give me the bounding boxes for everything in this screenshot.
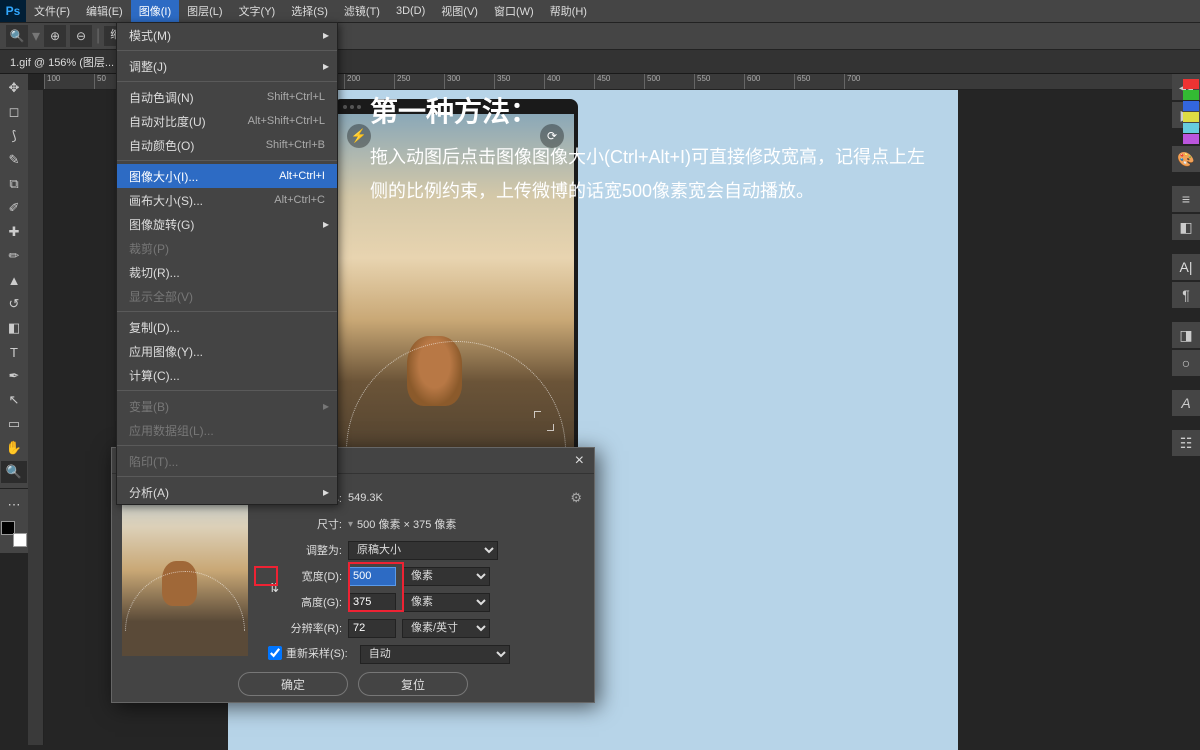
menu-duplicate[interactable]: 复制(D)... xyxy=(117,315,337,339)
pen-tool-icon[interactable]: ✒ xyxy=(1,365,27,387)
resample-checkbox[interactable]: 重新采样(S): xyxy=(268,645,348,661)
adjustments-panel-icon[interactable]: ≡ xyxy=(1172,186,1200,212)
glyphs-panel-icon[interactable]: A xyxy=(1172,390,1200,416)
menu-rotation[interactable]: 图像旋转(G)▸ xyxy=(117,212,337,236)
ps-logo: Ps xyxy=(0,0,26,22)
paragraph-panel-icon[interactable]: ¶ xyxy=(1172,282,1200,308)
brush-tool-icon[interactable]: ✏ xyxy=(1,245,27,267)
menu-crop: 裁剪(P) xyxy=(117,236,337,260)
color-panel-icon[interactable]: 🎨 xyxy=(1172,146,1200,172)
reset-button[interactable]: 复位 xyxy=(358,672,468,696)
menubar: Ps 文件(F) 编辑(E) 图像(I) 图层(L) 文字(Y) 选择(S) 滤… xyxy=(0,0,1200,22)
menu-mode[interactable]: 模式(M)▸ xyxy=(117,23,337,47)
eyedropper-tool-icon[interactable]: ✐ xyxy=(1,197,27,219)
camera-dial-arc xyxy=(346,341,566,451)
menu-auto-tone[interactable]: 自动色调(N)Shift+Ctrl+L xyxy=(117,85,337,109)
menu-file[interactable]: 文件(F) xyxy=(26,0,78,22)
width-input[interactable] xyxy=(348,567,396,586)
menu-type[interactable]: 文字(Y) xyxy=(231,0,284,22)
menu-trap: 陷印(T)... xyxy=(117,449,337,473)
swatches-strip[interactable] xyxy=(1182,78,1200,145)
close-icon[interactable]: × xyxy=(575,452,584,470)
menu-view[interactable]: 视图(V) xyxy=(433,0,486,22)
menu-variables: 变量(B)▸ xyxy=(117,394,337,418)
actions-panel-icon[interactable]: ☷ xyxy=(1172,430,1200,456)
height-input[interactable] xyxy=(348,593,396,612)
stamp-tool-icon[interactable]: ▲ xyxy=(1,269,27,291)
quick-select-tool-icon[interactable]: ✎ xyxy=(1,149,27,171)
dimensions-label: 尺寸: xyxy=(258,516,348,532)
edit-toolbar-icon[interactable]: ⋯ xyxy=(1,494,27,516)
shape-tool-icon[interactable]: ▭ xyxy=(1,413,27,435)
menu-auto-color[interactable]: 自动颜色(O)Shift+Ctrl+B xyxy=(117,133,337,157)
fg-bg-colors[interactable] xyxy=(1,521,27,547)
focus-bracket-icon xyxy=(534,411,554,431)
resolution-input[interactable] xyxy=(348,619,396,638)
gear-icon[interactable]: ⚙ xyxy=(570,490,582,506)
constrain-link-icon[interactable]: ⇅ xyxy=(266,574,282,602)
resolution-unit-select[interactable]: 像素/英寸 xyxy=(402,619,490,638)
layers-panel-icon[interactable]: ◨ xyxy=(1172,322,1200,348)
dimensions-value: 500 像素 × 375 像素 xyxy=(357,516,456,532)
healing-tool-icon[interactable]: ✚ xyxy=(1,221,27,243)
menu-calculations[interactable]: 计算(C)... xyxy=(117,363,337,387)
menu-trim[interactable]: 裁切(R)... xyxy=(117,260,337,284)
menu-layer[interactable]: 图层(L) xyxy=(179,0,230,22)
marquee-tool-icon[interactable]: ◻ xyxy=(1,101,27,123)
menu-reveal: 显示全部(V) xyxy=(117,284,337,308)
zoom-in-icon[interactable]: ⊕ xyxy=(44,25,66,47)
menu-auto-contrast[interactable]: 自动对比度(U)Alt+Shift+Ctrl+L xyxy=(117,109,337,133)
channels-panel-icon[interactable]: ○ xyxy=(1172,350,1200,376)
lasso-tool-icon[interactable]: ⟆ xyxy=(1,125,27,147)
zoom-tool-icon[interactable]: 🔍 xyxy=(6,25,28,47)
fit-to-label: 调整为: xyxy=(258,542,348,558)
zoom-out-icon[interactable]: ⊖ xyxy=(70,25,92,47)
image-size-value: 549.3K xyxy=(348,492,383,504)
history-brush-tool-icon[interactable]: ↺ xyxy=(1,293,27,315)
menu-filter[interactable]: 滤镜(T) xyxy=(336,0,388,22)
menu-adjust[interactable]: 调整(J)▸ xyxy=(117,54,337,78)
flash-icon: ⚡ xyxy=(347,124,371,148)
image-dropdown: 模式(M)▸ 调整(J)▸ 自动色调(N)Shift+Ctrl+L 自动对比度(… xyxy=(116,22,338,505)
styles-panel-icon[interactable]: ◧ xyxy=(1172,214,1200,240)
tutorial-body: 拖入动图后点击图像图像大小(Ctrl+Alt+I)可直接修改宽高，记得点上左侧的… xyxy=(370,140,930,208)
menu-image-size[interactable]: 图像大小(I)...Alt+Ctrl+I xyxy=(117,164,337,188)
fit-to-select[interactable]: 原稿大小 xyxy=(348,541,498,560)
width-unit-select[interactable]: 像素 xyxy=(402,567,490,586)
hand-tool-icon[interactable]: ✋ xyxy=(1,437,27,459)
menu-apply-image[interactable]: 应用图像(Y)... xyxy=(117,339,337,363)
zoom-tool-icon[interactable]: 🔍 xyxy=(1,461,27,483)
height-unit-select[interactable]: 像素 xyxy=(402,593,490,612)
type-tool-icon[interactable]: T xyxy=(1,341,27,363)
menu-window[interactable]: 窗口(W) xyxy=(486,0,542,22)
tutorial-heading: 第一种方法： xyxy=(370,90,538,130)
menu-edit[interactable]: 编辑(E) xyxy=(78,0,131,22)
eraser-tool-icon[interactable]: ◧ xyxy=(1,317,27,339)
menu-canvas-size[interactable]: 画布大小(S)...Alt+Ctrl+C xyxy=(117,188,337,212)
ok-button[interactable]: 确定 xyxy=(238,672,348,696)
menu-3d[interactable]: 3D(D) xyxy=(388,0,433,22)
menu-image[interactable]: 图像(I) xyxy=(131,0,179,22)
menu-data-sets: 应用数据组(L)... xyxy=(117,418,337,442)
menu-analysis[interactable]: 分析(A)▸ xyxy=(117,480,337,504)
crop-tool-icon[interactable]: ⧉ xyxy=(1,173,27,195)
move-tool-icon[interactable]: ✥ xyxy=(1,77,27,99)
menu-help[interactable]: 帮助(H) xyxy=(542,0,595,22)
left-toolbar: ✥ ◻ ⟆ ✎ ⧉ ✐ ✚ ✏ ▲ ↺ ◧ T ✒ ↖ ▭ ✋ 🔍 ⋯ xyxy=(0,74,28,553)
path-tool-icon[interactable]: ↖ xyxy=(1,389,27,411)
resolution-label: 分辨率(R): xyxy=(258,620,348,636)
resample-select[interactable]: 自动 xyxy=(360,645,510,664)
menu-select[interactable]: 选择(S) xyxy=(283,0,336,22)
ruler-vertical xyxy=(28,90,44,745)
character-panel-icon[interactable]: A| xyxy=(1172,254,1200,280)
